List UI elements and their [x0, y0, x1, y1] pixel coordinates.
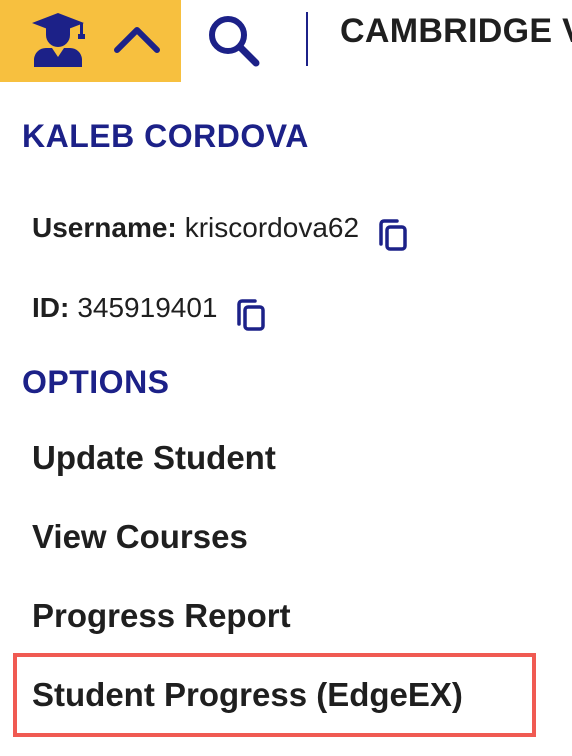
student-name: KALEB CORDOVA	[22, 118, 309, 154]
graduate-student-icon	[32, 13, 85, 67]
id-value: 345919401	[77, 292, 218, 323]
username-value: kriscordova62	[184, 212, 360, 243]
search-icon[interactable]	[204, 11, 262, 69]
student-dropdown-menu: KALEB CORDOVA Username: kriscordova62 ID…	[0, 82, 572, 756]
menu-item-progress-report[interactable]: Progress Report	[32, 597, 291, 635]
copy-username-icon[interactable]	[377, 218, 409, 252]
username-row: Username: kriscordova62	[32, 204, 409, 252]
menu-item-update-student[interactable]: Update Student	[32, 439, 276, 477]
id-label: ID:	[32, 292, 70, 323]
topbar-divider	[306, 12, 308, 66]
student-menu-toggle[interactable]	[0, 0, 181, 82]
username-label: Username:	[32, 212, 177, 243]
copy-id-icon[interactable]	[235, 298, 267, 332]
options-heading: OPTIONS	[22, 364, 170, 400]
chevron-up-icon	[114, 27, 160, 53]
id-row: ID: 345919401	[32, 284, 267, 332]
top-bar: CAMBRIDGE V	[0, 0, 572, 82]
menu-item-view-courses[interactable]: View Courses	[32, 518, 248, 556]
menu-item-student-progress-edgeex[interactable]: Student Progress (EdgeEX)	[32, 676, 463, 714]
site-title[interactable]: CAMBRIDGE V	[340, 12, 572, 51]
